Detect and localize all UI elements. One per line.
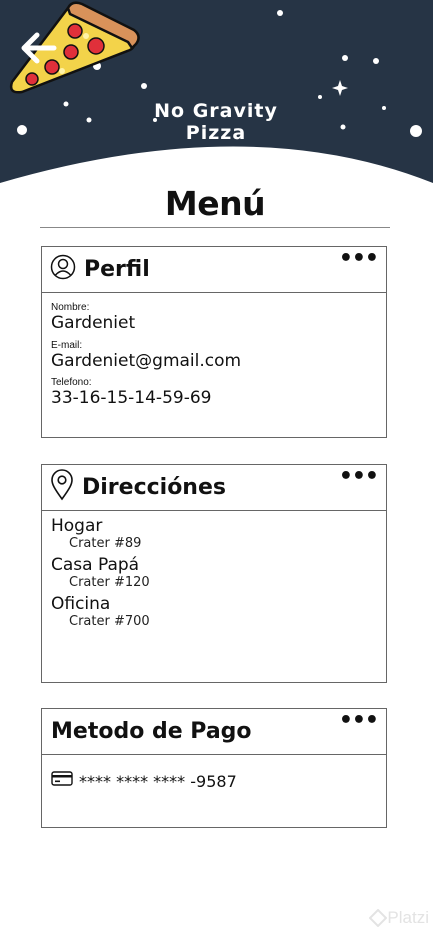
watermark-text: Platzi: [387, 908, 429, 927]
back-button[interactable]: [20, 30, 64, 74]
phone-value: 33-16-15-14-59-69: [51, 388, 212, 408]
payment-more-options-icon[interactable]: •••: [339, 710, 379, 732]
address-item[interactable]: Hogar Crater #89: [42, 516, 386, 551]
address-name: Oficina: [51, 594, 111, 614]
addresses-card: Direcciónes ••• Hogar Crater #89 Casa Pa…: [41, 464, 387, 683]
profile-title: Perfil: [84, 257, 150, 282]
profile-card-header: Perfil •••: [42, 247, 386, 293]
payment-title: Metodo de Pago: [51, 719, 252, 744]
address-name: Casa Papá: [51, 555, 140, 575]
address-name: Hogar: [51, 516, 103, 536]
user-icon: [50, 254, 76, 285]
location-pin-icon: [50, 469, 74, 506]
addresses-title: Direcciónes: [82, 475, 226, 500]
payment-card: Metodo de Pago ••• **** **** **** -9587: [41, 708, 387, 828]
payment-method-row[interactable]: **** **** **** -9587: [51, 771, 386, 791]
payment-card-header: Metodo de Pago •••: [42, 709, 386, 755]
addresses-more-options-icon[interactable]: •••: [339, 466, 379, 488]
address-street: Crater #700: [69, 614, 150, 629]
address-item[interactable]: Casa Papá Crater #120: [42, 555, 386, 590]
header-banner: No Gravity Pizza: [0, 0, 433, 190]
phone-label: Telefono:: [51, 377, 92, 388]
card-number: **** **** **** -9587: [79, 771, 237, 791]
address-item[interactable]: Oficina Crater #700: [42, 594, 386, 629]
profile-more-options-icon[interactable]: •••: [339, 248, 379, 270]
title-divider: [40, 227, 390, 228]
address-street: Crater #89: [69, 536, 142, 551]
name-value: Gardeniet: [51, 313, 136, 333]
brand-name: No Gravity Pizza: [154, 100, 278, 144]
back-arrow-icon: [21, 32, 57, 64]
platzi-logo-icon: [369, 909, 388, 927]
email-value: Gardeniet@gmail.com: [51, 351, 242, 371]
addresses-card-header: Direcciónes •••: [42, 465, 386, 511]
address-street: Crater #120: [69, 575, 150, 590]
page-title: Menú: [164, 184, 266, 223]
credit-card-icon: [51, 771, 73, 791]
name-label: Nombre:: [51, 302, 90, 313]
profile-card: Perfil ••• Nombre: Gardeniet E-mail: Gar…: [41, 246, 387, 438]
platzi-watermark: Platzi: [369, 908, 429, 928]
email-label: E-mail:: [51, 340, 83, 351]
